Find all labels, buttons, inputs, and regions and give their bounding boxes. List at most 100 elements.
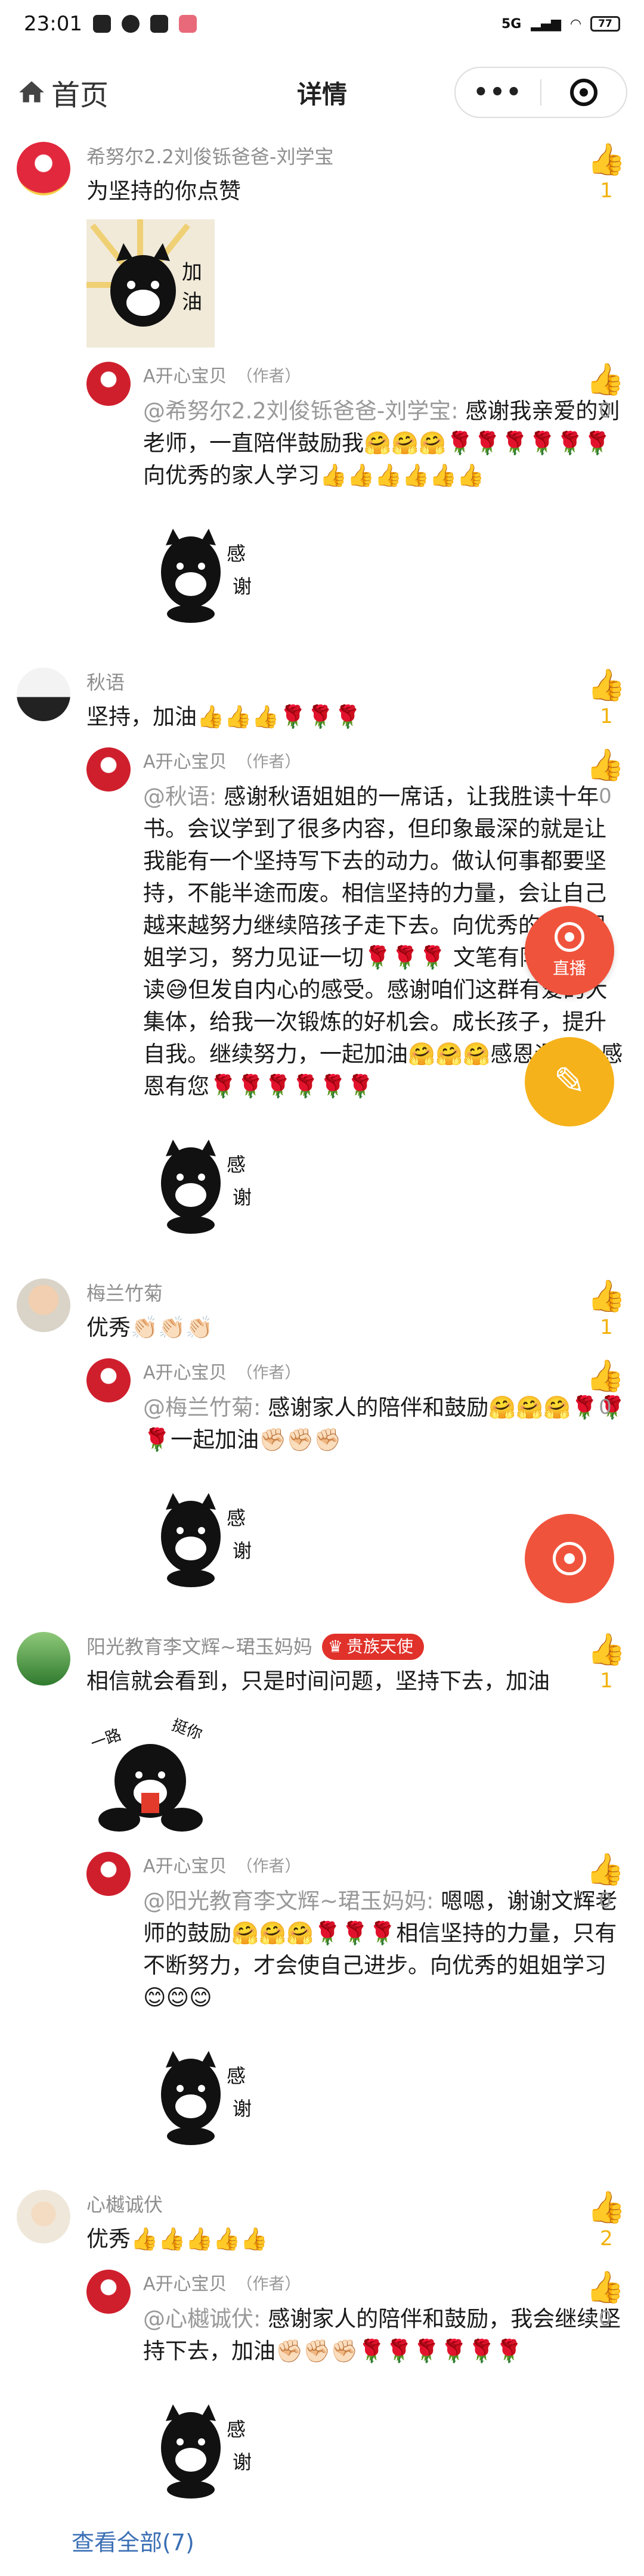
like-button[interactable]: 👍 0 [584,1852,626,1914]
like-count: 1 [600,179,613,203]
like-count: 0 [599,1395,612,1419]
thumbs-up-icon: 👍 [587,668,626,703]
like-button[interactable]: 👍 0 [584,747,626,809]
vip-badge: ♛ 贵族天使 [321,1634,424,1660]
sticker-image: 感谢 [143,2026,271,2154]
thumbs-up-icon: 👍 [586,2270,625,2305]
like-count: 1 [600,704,613,728]
svg-text:谢: 谢 [233,2097,252,2120]
home-icon [19,81,44,103]
avatar[interactable] [17,2190,70,2243]
mention[interactable]: @秋语: [143,784,216,809]
author-tag: （作者） [236,1857,301,1876]
reply-username[interactable]: A开心宝贝 [143,747,227,777]
comment-username[interactable]: 秋语 [86,668,626,697]
nav-bar: 首页 详情 ••• [0,48,644,137]
avatar[interactable] [86,362,131,406]
live-label: 直播 [552,958,586,978]
reply-username[interactable]: A开心宝贝 [143,1852,227,1882]
write-comment-button[interactable]: ✎ [525,1037,614,1126]
reply-text: @梅兰竹菊: 感谢家人的陪伴和鼓励🤗🤗🤗🌹🌹🌹一起加油✊🏻✊🏻✊🏻 [143,1392,626,1456]
comment-text: 坚持，加油👍👍👍🌹🌹🌹 [86,704,362,730]
close-button[interactable] [541,68,626,117]
author-tag: （作者） [236,367,301,386]
mention[interactable]: @希努尔2.2刘俊铄爸爸-刘学宝: [143,398,459,424]
like-button[interactable]: 👍 1 [586,142,627,204]
signal-icon: ▂▄▆ [531,16,562,32]
comment-text: 相信就会看到，只是时间问题，坚持下去，加油 [86,1668,550,1694]
comment-text: 优秀👏🏻👏🏻👏🏻 [86,1315,213,1340]
app-notification-icon [178,15,197,33]
sticker-image: 感谢 [143,1468,271,1596]
like-count: 2 [600,2227,613,2251]
home-button[interactable]: 首页 [17,72,109,113]
comment-username[interactable]: 心樾诚伏 [86,2190,626,2220]
like-count: 1 [600,1669,613,1693]
more-icon: ••• [473,79,523,106]
avatar[interactable] [17,668,70,721]
sticker-image: 感谢 [143,2379,271,2507]
like-count: 0 [599,1889,612,1913]
thumbs-up-icon: 👍 [586,362,625,398]
svg-text:感: 感 [227,1153,246,1176]
avatar[interactable] [86,747,131,792]
network-label: 5G [501,16,522,32]
home-label: 首页 [51,79,109,112]
live-stream-button[interactable]: 直播 [525,906,614,995]
svg-text:感: 感 [227,1507,246,1529]
like-button[interactable]: 👍 2 [586,2190,627,2252]
author-reply: A开心宝贝 （作者） @希努尔2.2刘俊铄爸爸-刘学宝: 感谢我亲爱的刘老师，一直… [86,362,626,632]
more-button[interactable]: ••• [456,68,540,117]
view-all-comments-link[interactable]: 查看全部(7) [72,2524,194,2557]
close-target-icon [570,79,597,106]
like-button[interactable]: 👍 1 [586,668,627,730]
svg-text:谢: 谢 [233,1186,252,1209]
svg-text:油: 油 [182,290,202,314]
like-button[interactable]: 👍 0 [584,362,626,424]
author-reply: A开心宝贝 （作者） @心樾诚伏: 感谢家人的陪伴和鼓励，我会继续坚持下去，加油✊… [86,2270,626,2507]
comment-username[interactable]: 希努尔2.2刘俊铄爸爸-刘学宝 [86,142,626,172]
mention[interactable]: @心樾诚伏: [143,2306,261,2332]
app-notification-icon [92,15,111,33]
svg-text:一路: 一路 [88,1725,123,1753]
like-button[interactable]: 👍 1 [586,1632,627,1694]
reply-text: @阳光教育李文辉~珺玉妈妈: 嗯嗯，谢谢文辉老师的鼓励🤗🤗🤗🌹🌹🌹相信坚持的力量… [143,1885,626,2014]
reply-username[interactable]: A开心宝贝 [143,362,227,392]
reply-username[interactable]: A开心宝贝 [143,2270,227,2299]
author-reply: A开心宝贝 （作者） @阳光教育李文辉~珺玉妈妈: 嗯嗯，谢谢文辉老师的鼓励🤗🤗🤗… [86,1852,626,2154]
live-stream-button-secondary[interactable] [525,1514,614,1603]
status-bar: 23:01 5G ▂▄▆ ◠ 77 [0,0,644,48]
thumbs-up-icon: 👍 [587,1632,626,1668]
comment-username[interactable]: 阳光教育李文辉~珺玉妈妈 [86,1632,312,1662]
thumbs-up-icon: 👍 [587,1278,626,1314]
like-count: 0 [599,784,612,808]
thumbs-up-icon: 👍 [587,142,626,178]
like-button[interactable]: 👍 0 [584,2270,626,2332]
like-count: 0 [599,2307,612,2330]
thumbs-up-icon: 👍 [586,1358,625,1394]
avatar[interactable] [17,142,70,195]
mention[interactable]: @梅兰竹菊: [143,1395,261,1420]
app-notification-icon [121,15,140,33]
avatar[interactable] [17,1278,70,1332]
sticker-image: 感谢 [143,504,271,632]
clock: 23:01 [24,12,82,36]
wifi-icon: ◠ [571,16,581,32]
reply-username[interactable]: A开心宝贝 [143,1358,227,1388]
crown-icon: ♛ [327,1637,343,1656]
pencil-icon: ✎ [553,1060,586,1104]
mention[interactable]: @阳光教育李文辉~珺玉妈妈: [143,1888,434,1914]
reply-text: @心樾诚伏: 感谢家人的陪伴和鼓励，我会继续坚持下去，加油✊🏻✊🏻✊🏻🌹🌹🌹🌹🌹… [143,2303,626,2367]
comment-username[interactable]: 梅兰竹菊 [86,1278,626,1308]
avatar[interactable] [86,2270,131,2314]
like-button[interactable]: 👍 0 [584,1358,626,1420]
svg-text:谢: 谢 [233,1540,252,1562]
author-reply: A开心宝贝 （作者） @秋语: 感谢秋语姐姐的一席话，让我胜读十年书。会议学到了很… [86,747,626,1243]
battery-icon: 77 [590,16,620,32]
like-button[interactable]: 👍 1 [586,1278,627,1340]
avatar[interactable] [86,1358,131,1402]
comment-item: 希努尔2.2刘俊铄爸爸-刘学宝 为坚持的你点赞 加油 👍 1 A开心宝贝 （作者） … [0,142,644,668]
avatar[interactable] [17,1632,70,1686]
avatar[interactable] [86,1852,131,1896]
sticker-text: 加 [182,260,202,284]
